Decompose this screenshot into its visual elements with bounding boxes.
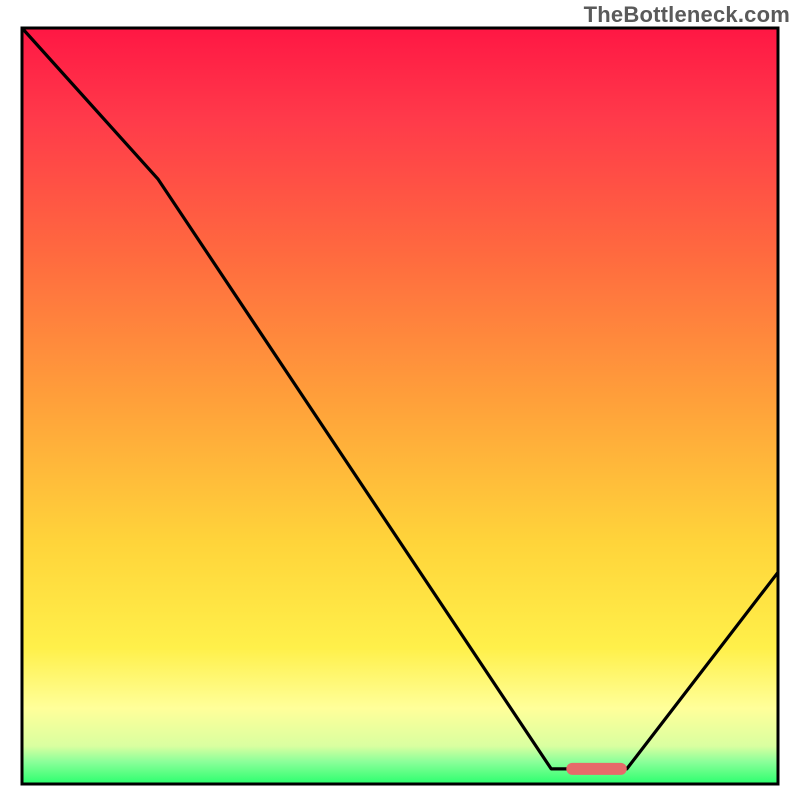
chart-container: TheBottleneck.com	[0, 0, 800, 800]
plot-background	[22, 28, 778, 784]
optimal-range-marker	[566, 763, 627, 775]
bottleneck-chart	[0, 0, 800, 800]
